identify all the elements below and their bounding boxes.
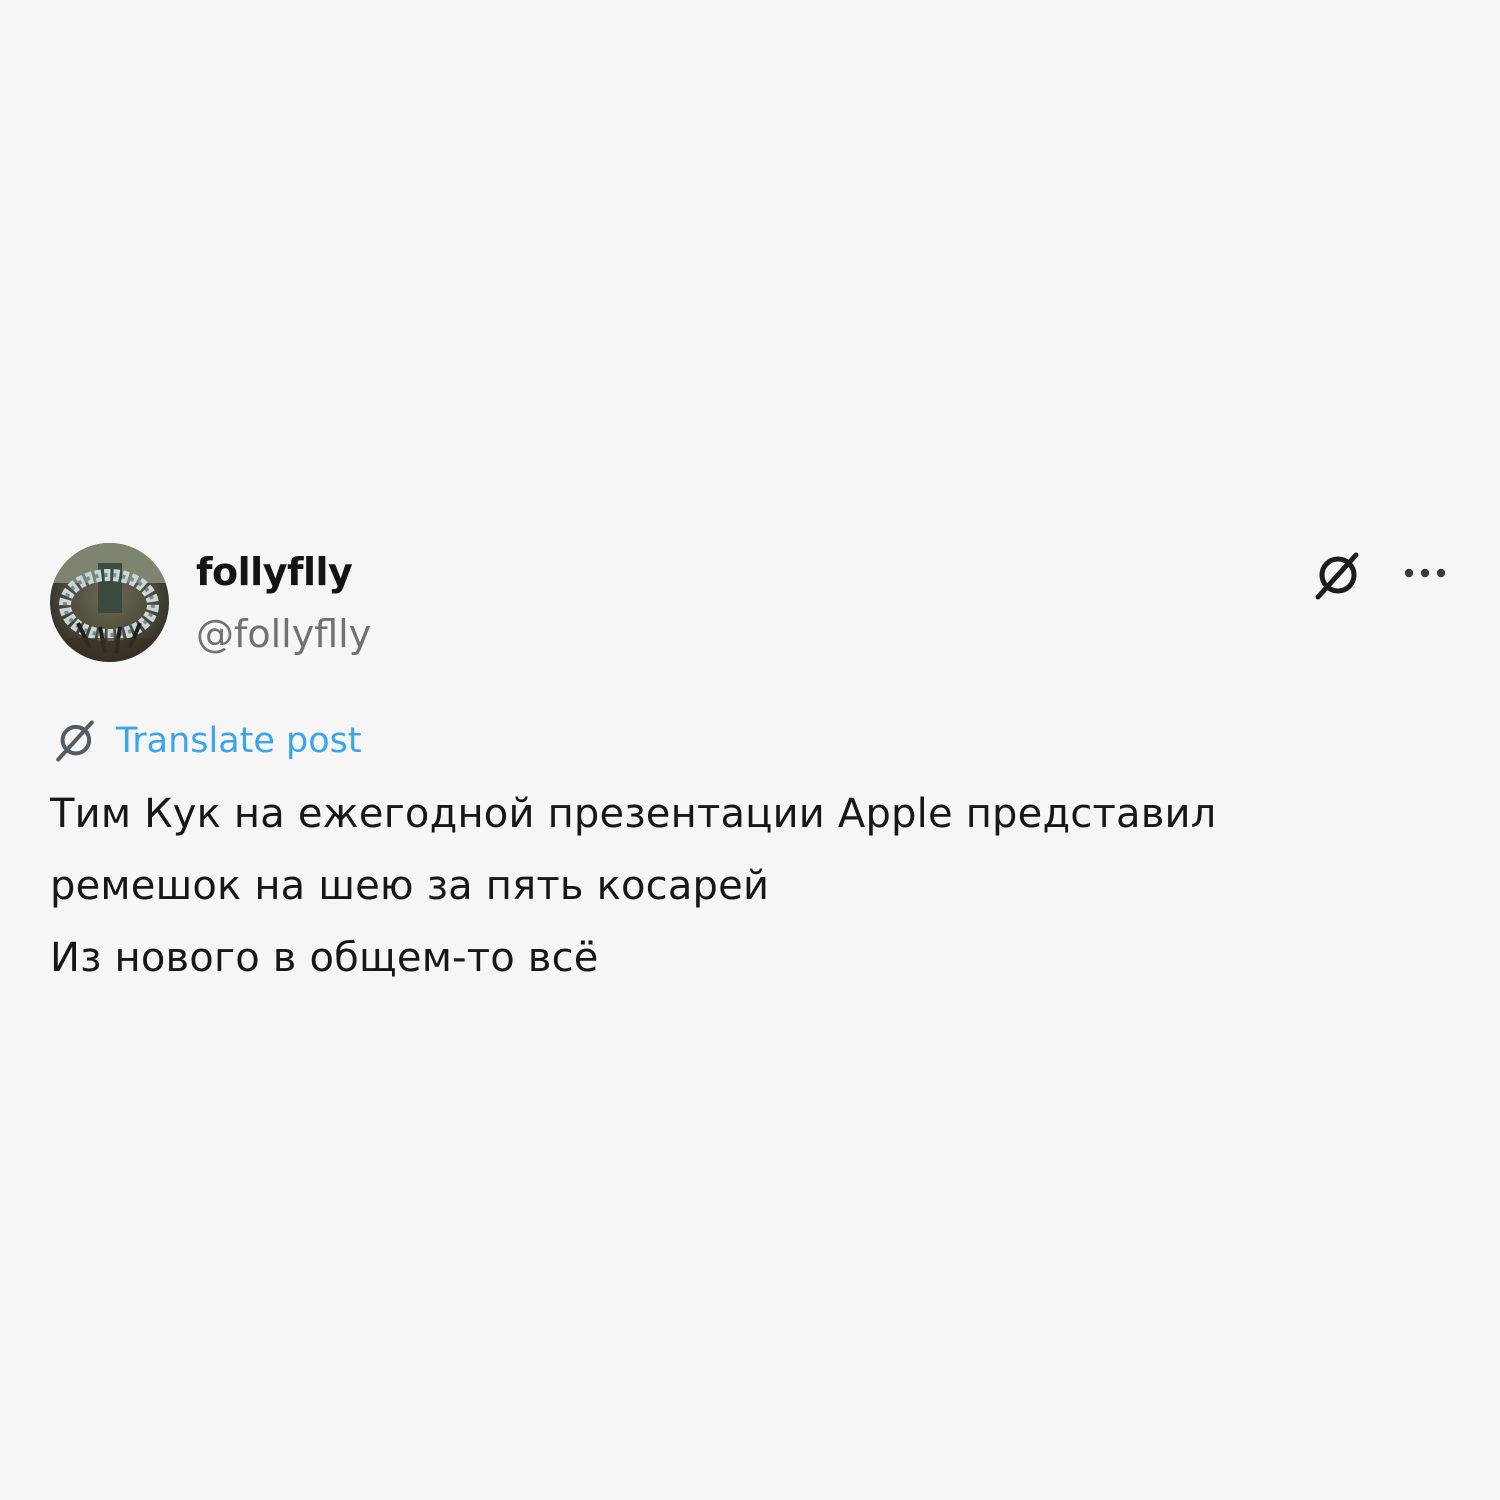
ellipsis-icon <box>1404 568 1446 578</box>
avatar-photo-icon <box>50 543 169 662</box>
grok-slash-icon <box>52 717 100 765</box>
post-text-line: Из нового в общем-то всё <box>50 935 599 981</box>
grok-slash-icon <box>1315 552 1359 600</box>
post-body: Тим Кук на ежегодной презентации Apple п… <box>50 778 1450 994</box>
more-options-button[interactable] <box>1396 548 1454 598</box>
post-text-line: ремешок на шею за пять косарей <box>50 863 770 909</box>
grok-button[interactable] <box>1308 548 1366 604</box>
author-display-name[interactable]: follyflly <box>196 546 353 598</box>
post-card: follyflly @follyflly Translate post Тим … <box>0 0 1500 1500</box>
translate-post-link[interactable]: Translate post <box>52 716 362 766</box>
post-text-line: Тим Кук на ежегодной презентации Apple п… <box>50 791 1217 837</box>
avatar[interactable] <box>50 543 169 662</box>
author-handle[interactable]: @follyflly <box>196 608 371 660</box>
translate-post-label[interactable]: Translate post <box>116 716 362 766</box>
